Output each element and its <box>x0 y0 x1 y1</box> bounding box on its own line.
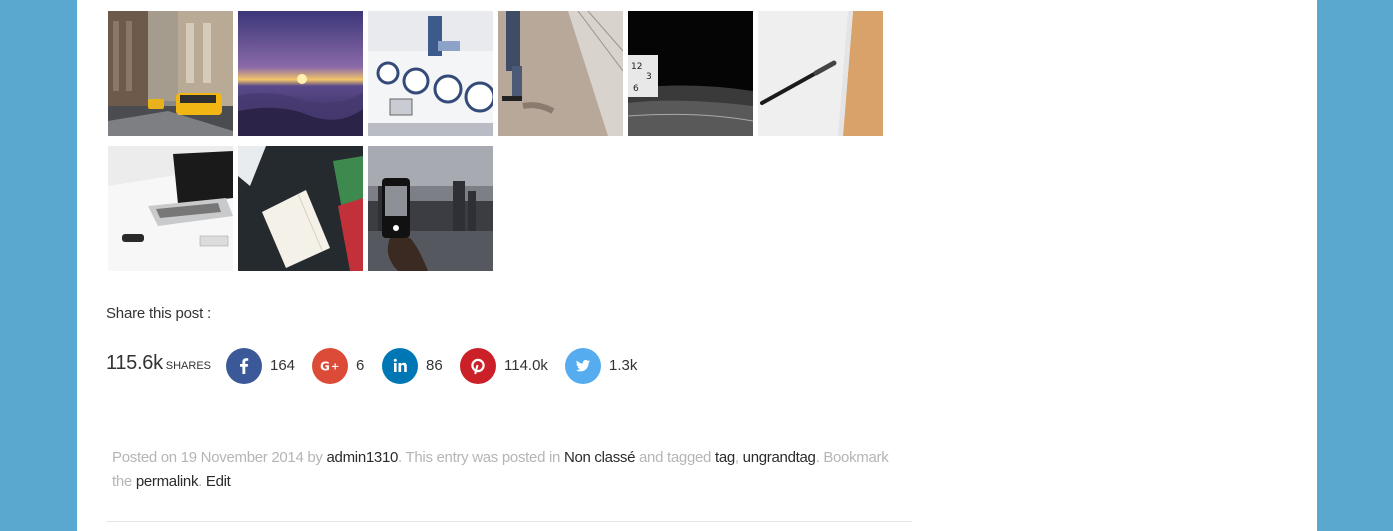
gallery-thumb-notebook[interactable] <box>238 146 363 271</box>
posted-in-label: . This entry was posted in <box>398 449 561 466</box>
notebook-dark-desk-image <box>238 146 363 271</box>
period: . <box>198 473 203 490</box>
post-date: 19 November 2014 <box>180 449 304 466</box>
svg-text:12: 12 <box>631 62 642 72</box>
permalink-link[interactable]: permalink <box>136 473 199 490</box>
svg-text:3: 3 <box>646 72 652 82</box>
gallery-thumb-laundromat[interactable] <box>368 11 493 136</box>
tag-separator: , <box>734 449 739 466</box>
laundromat-image <box>368 11 493 136</box>
total-shares: 115.6k shares <box>106 352 211 375</box>
edit-link[interactable]: Edit <box>206 473 231 490</box>
category-link[interactable]: Non classé <box>564 449 636 466</box>
svg-text:G: G <box>320 360 330 374</box>
twitter-share-count: 1.3k <box>609 357 638 374</box>
entry-meta: Posted on 19 November 2014 by admin1310.… <box>112 446 912 494</box>
share-this-post-label: Share this post : <box>106 305 211 322</box>
google-plus-share-count: 6 <box>356 357 365 374</box>
linkedin-share-count: 86 <box>426 357 443 374</box>
gallery-thumb-laptop[interactable] <box>108 146 233 271</box>
gallery-thumb-phone-skyline[interactable] <box>368 146 493 271</box>
city-street-taxis-image <box>108 11 233 136</box>
phone-photo-skyline-image <box>368 146 493 271</box>
total-shares-count: 115.6k <box>106 352 163 374</box>
tag-link-tag[interactable]: tag <box>715 449 735 466</box>
gallery-thumb-pen[interactable] <box>758 11 883 136</box>
pinterest-icon <box>460 348 496 384</box>
divider <box>106 521 912 522</box>
pinterest-share-count: 114.0k <box>504 357 548 374</box>
laptop-desk-image <box>108 146 233 271</box>
tag-link-ungrandtag[interactable]: ungrandtag <box>743 449 816 466</box>
linkedin-icon <box>382 348 418 384</box>
total-shares-label: shares <box>165 360 212 372</box>
google-plus-icon: G + <box>312 348 348 384</box>
facebook-share-count: 164 <box>270 357 296 374</box>
svg-text:6: 6 <box>633 84 639 94</box>
gallery-thumb-skateboarder[interactable] <box>498 11 623 136</box>
pen-on-paper-image <box>758 11 883 136</box>
social-share-bar: 115.6k shares 164 G + 6 <box>106 348 806 384</box>
twitter-icon <box>565 348 601 384</box>
content-area: 12 3 6 Share this post: 115.6k SHARES 1… <box>77 0 1317 531</box>
gallery-thumb-sunset-beach[interactable] <box>238 11 363 136</box>
clock-black-image: 12 3 6 <box>628 11 753 136</box>
by-label: by <box>307 449 323 466</box>
gallery-thumb-clock[interactable]: 12 3 6 <box>628 11 753 136</box>
skateboarder-image <box>498 11 623 136</box>
posted-on-label: Posted on <box>112 449 177 466</box>
author-link[interactable]: admin1310 <box>327 449 399 466</box>
facebook-icon <box>226 348 262 384</box>
sunset-beach-image <box>238 11 363 136</box>
svg-text:+: + <box>331 362 339 373</box>
gallery-thumb-city-street[interactable] <box>108 11 233 136</box>
and-tagged-label: and tagged <box>639 449 712 466</box>
